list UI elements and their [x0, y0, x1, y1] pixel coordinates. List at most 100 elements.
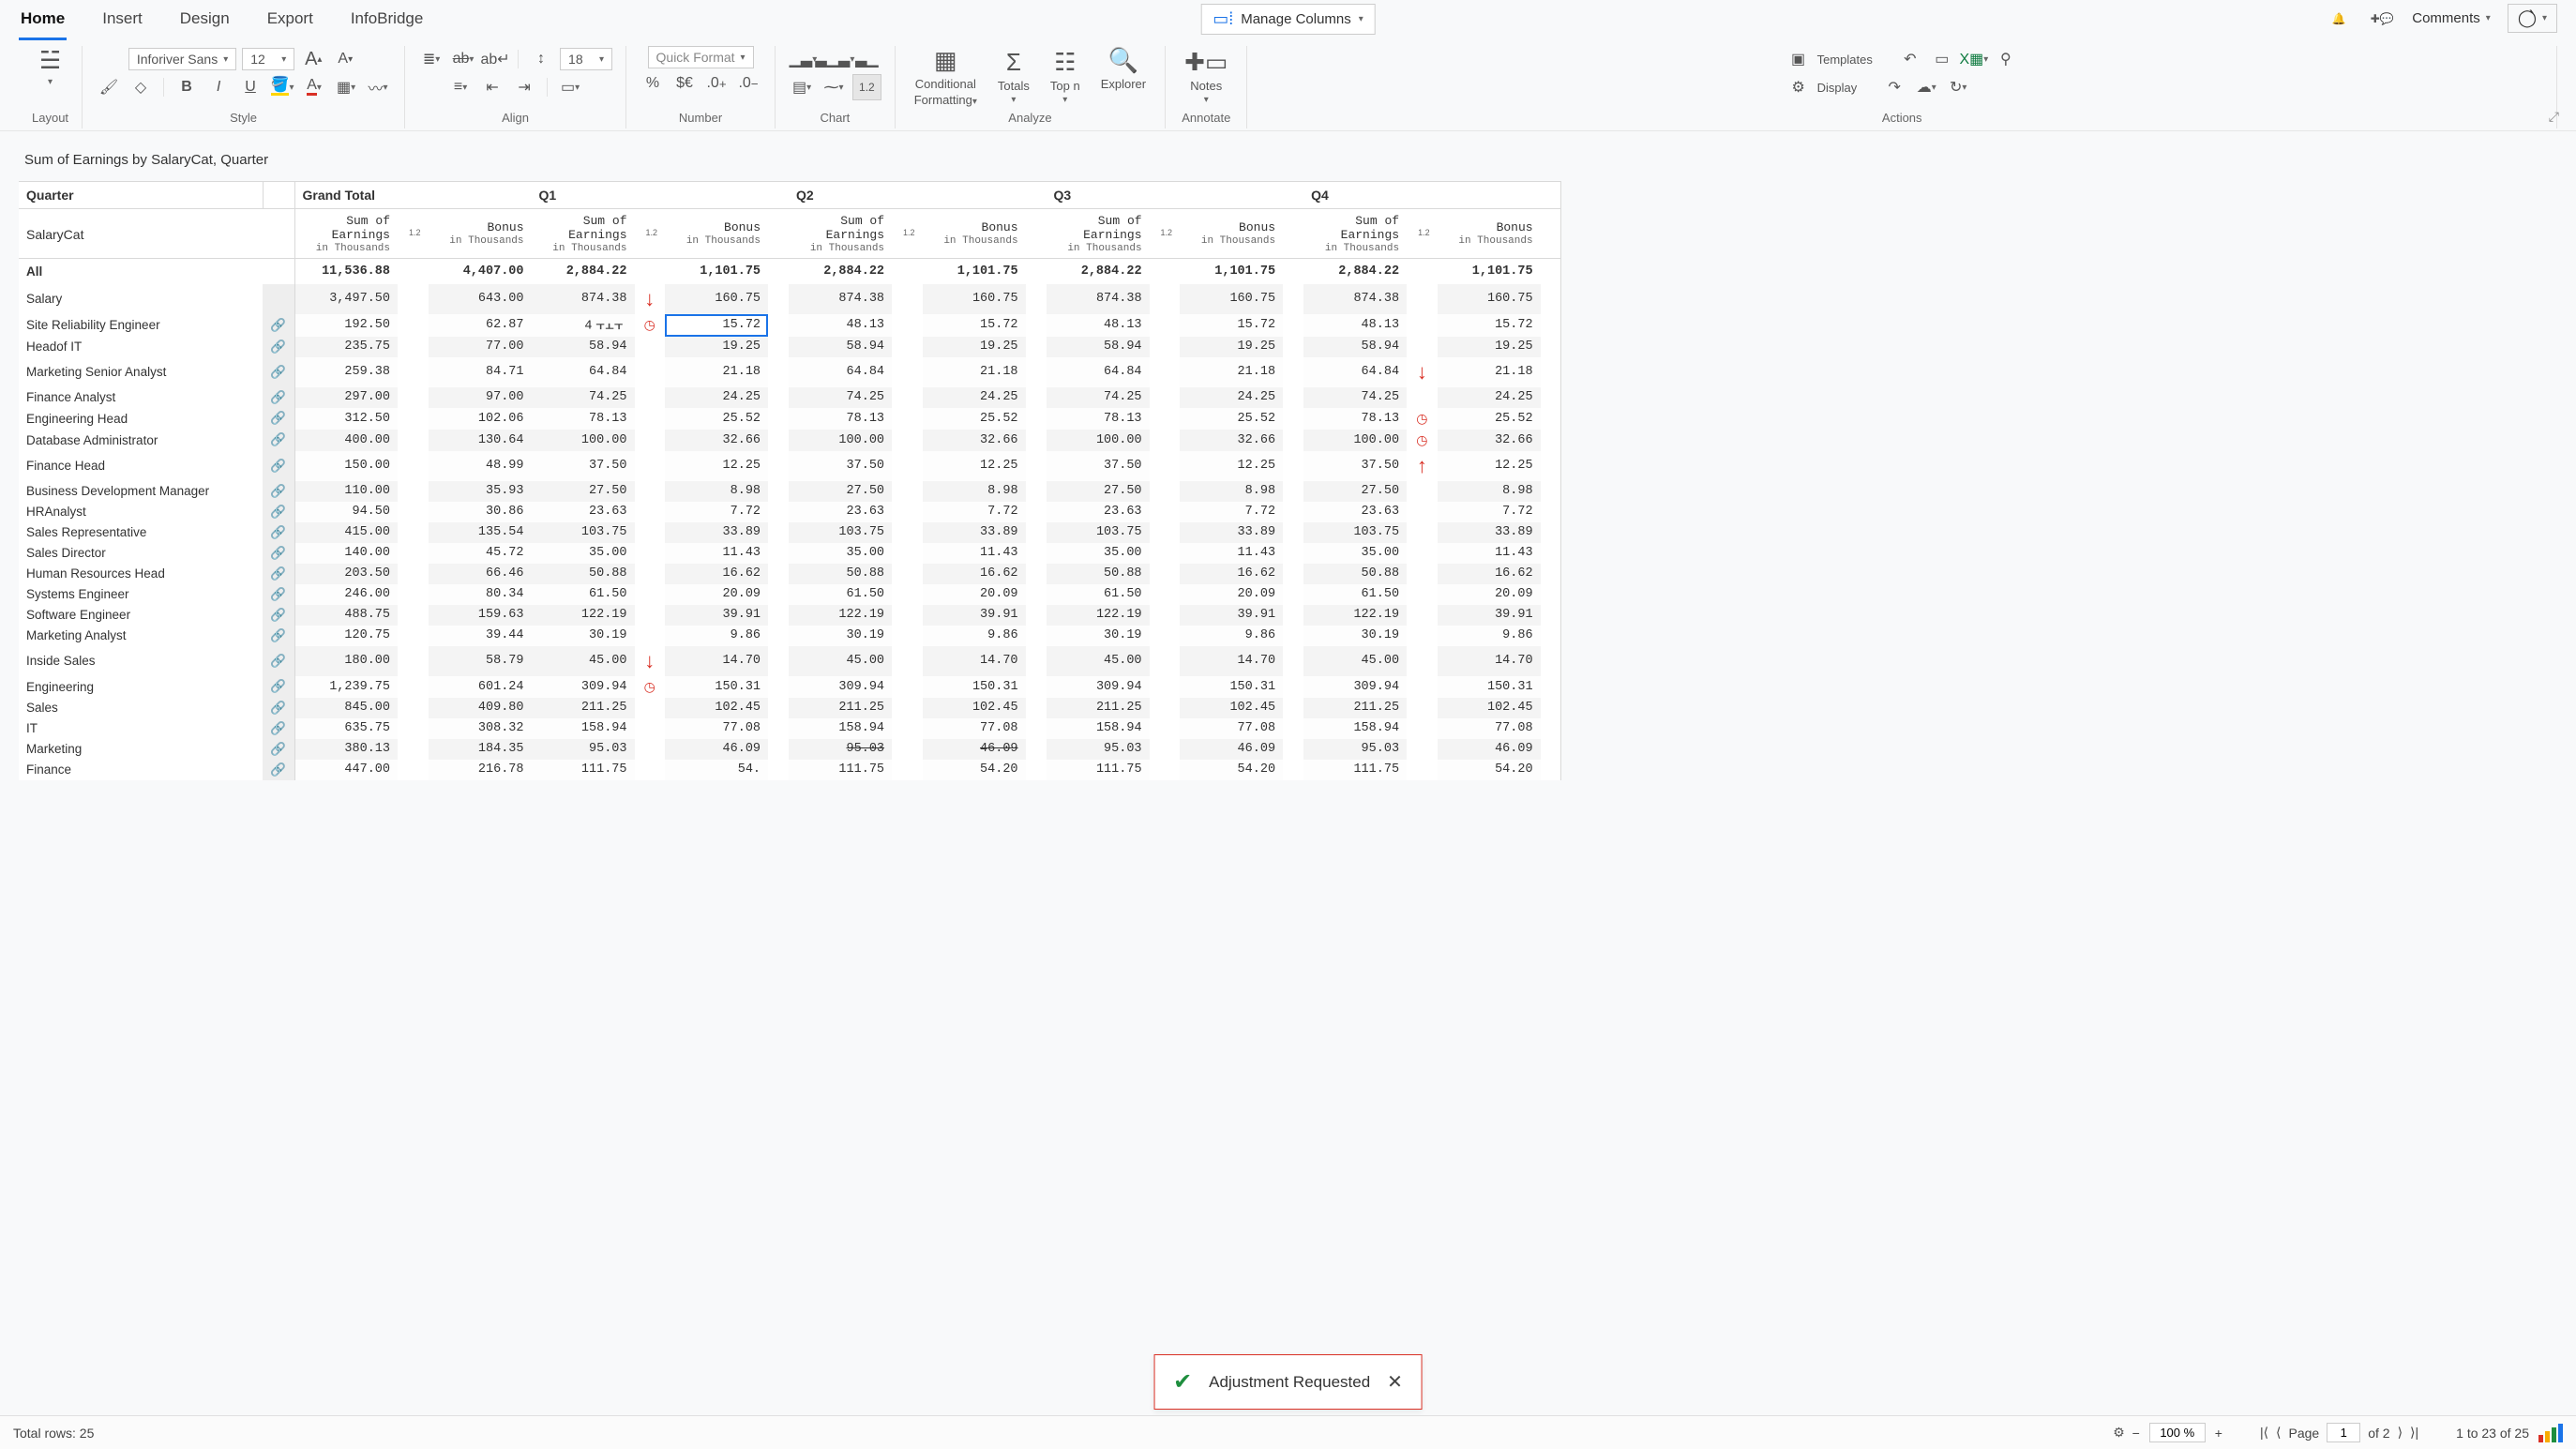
link-icon[interactable]: 🔗: [270, 484, 286, 498]
percent-button[interactable]: %: [640, 70, 666, 97]
settings-gear-icon[interactable]: ⚙: [2106, 1420, 2132, 1446]
link-icon[interactable]: 🔗: [270, 411, 286, 425]
format-painter-icon[interactable]: 🖌: [96, 74, 122, 100]
ribbon-expand-icon[interactable]: ⤢: [2549, 109, 2559, 125]
data-grid[interactable]: QuarterGrand TotalQ1Q2Q3Q4SalaryCatSum o…: [19, 181, 1561, 780]
conditional-formatting-button[interactable]: ▦ Conditional Formatting▾: [909, 46, 983, 107]
close-icon[interactable]: ✕: [1387, 1370, 1403, 1394]
valign-button[interactable]: ≣▾: [418, 46, 444, 72]
table-row[interactable]: Human Resources Head🔗203.5066.4650.8816.…: [19, 564, 1561, 584]
table-row[interactable]: Finance🔗447.00216.78111.7554.111.7554.20…: [19, 760, 1561, 780]
bold-button[interactable]: B: [173, 74, 200, 100]
zoom-in-button[interactable]: +: [2215, 1426, 2222, 1441]
wrap-button[interactable]: ab↵: [482, 46, 508, 72]
font-family-select[interactable]: Inforiver Sans▾: [128, 48, 236, 70]
table-row[interactable]: Marketing Analyst🔗120.7539.4430.199.8630…: [19, 626, 1561, 646]
chart-line-icon[interactable]: ⁓▾: [821, 74, 847, 100]
table-row[interactable]: Inside Sales🔗180.0058.7945.00↓14.7045.00…: [19, 646, 1561, 676]
user-menu[interactable]: ◯̀ ▾: [2508, 4, 2557, 33]
clear-format-icon[interactable]: ◇: [128, 74, 154, 100]
table-row[interactable]: Sales🔗845.00409.80211.25102.45211.25102.…: [19, 698, 1561, 718]
outdent-button[interactable]: ⇤: [479, 74, 505, 100]
redo-icon[interactable]: ↷: [1881, 74, 1907, 100]
tab-insert[interactable]: Insert: [100, 4, 144, 40]
indent-button[interactable]: ⇥: [511, 74, 537, 100]
mini-chart-icon[interactable]: [2538, 1424, 2563, 1442]
table-row[interactable]: Finance Analyst🔗297.0097.0074.2524.2574.…: [19, 387, 1561, 408]
top-n-button[interactable]: ☷ Top n ▾: [1045, 48, 1086, 105]
table-row[interactable]: Site Reliability Engineer🔗192.5062.874⫟⫠…: [19, 314, 1561, 337]
page-first-icon[interactable]: |⟨: [2260, 1425, 2268, 1441]
currency-button[interactable]: $€: [671, 70, 698, 97]
zoom-out-button[interactable]: −: [2132, 1426, 2140, 1441]
templates-button[interactable]: Templates: [1817, 53, 1873, 67]
page-prev-icon[interactable]: ⟨: [2276, 1425, 2281, 1441]
link-icon[interactable]: 🔗: [270, 628, 286, 642]
link-icon[interactable]: 🔗: [270, 432, 286, 446]
chart-waterfall-icon[interactable]: ▃▁▃▾: [821, 46, 848, 72]
table-row[interactable]: IT🔗635.75308.32158.9477.08158.9477.08158…: [19, 718, 1561, 739]
layout-icon[interactable]: ☱: [39, 46, 61, 75]
templates-icon[interactable]: ▣: [1785, 46, 1812, 72]
line-height-select[interactable]: 18▾: [560, 48, 612, 70]
strike-button[interactable]: ab▾: [450, 46, 476, 72]
table-row[interactable]: Sales Representative🔗415.00135.54103.753…: [19, 522, 1561, 543]
halign-button[interactable]: ≡▾: [447, 74, 474, 100]
display-gear-icon[interactable]: ⚙: [1785, 74, 1812, 100]
chart-bar-icon[interactable]: ▁▃▾: [790, 46, 816, 72]
chart-combo-icon[interactable]: ▃▁: [853, 46, 880, 72]
quick-format-select[interactable]: Quick Format▾: [648, 46, 754, 68]
table-row[interactable]: Headof IT🔗235.7577.0058.9419.2558.9419.2…: [19, 337, 1561, 357]
table-row[interactable]: Business Development Manager🔗110.0035.93…: [19, 481, 1561, 502]
notification-icon[interactable]: 🔔: [2326, 6, 2352, 32]
link-icon[interactable]: 🔗: [270, 505, 286, 519]
link-icon[interactable]: 🔗: [270, 365, 286, 379]
fit-button[interactable]: ▭▾: [557, 74, 583, 100]
undo-icon[interactable]: ↶: [1897, 46, 1923, 72]
explorer-button[interactable]: 🔍 Explorer: [1095, 46, 1152, 107]
display-button[interactable]: Display: [1817, 81, 1858, 95]
increase-decimal-button[interactable]: .0+: [703, 70, 730, 97]
tab-export[interactable]: Export: [265, 4, 315, 40]
totals-button[interactable]: Σ Totals ▾: [992, 48, 1035, 105]
tab-home[interactable]: Home: [19, 4, 67, 40]
link-icon[interactable]: 🔗: [270, 742, 286, 756]
link-icon[interactable]: 🔗: [270, 654, 286, 668]
borders-button[interactable]: ▦▾: [333, 74, 359, 100]
refresh-icon[interactable]: ↻▾: [1945, 74, 1971, 100]
table-row[interactable]: Marketing Senior Analyst🔗259.3884.7164.8…: [19, 357, 1561, 387]
link-icon[interactable]: 🔗: [270, 587, 286, 601]
italic-button[interactable]: I: [205, 74, 232, 100]
equalizer-icon[interactable]: ⫟⫠⫟: [592, 317, 626, 334]
page-input[interactable]: [2327, 1423, 2360, 1442]
decrease-font-icon[interactable]: A▾: [332, 46, 358, 72]
table-row[interactable]: Engineering Head🔗312.50102.0678.1325.527…: [19, 408, 1561, 430]
cloud-icon[interactable]: ☁▾: [1913, 74, 1939, 100]
tab-design[interactable]: Design: [178, 4, 232, 40]
comments-button[interactable]: Comments ▾: [2412, 10, 2491, 26]
line-height-button[interactable]: ↕: [528, 46, 554, 72]
table-row[interactable]: HRAnalyst🔗94.5030.8623.637.7223.637.7223…: [19, 502, 1561, 522]
zoom-input[interactable]: [2149, 1423, 2206, 1442]
fill-color-button[interactable]: 🪣▾: [269, 74, 295, 100]
chart-stacked-icon[interactable]: ▤▾: [789, 74, 815, 100]
link-icon[interactable]: 🔗: [270, 459, 286, 473]
manage-columns-button[interactable]: ▭⁞ Manage Columns ▾: [1200, 4, 1376, 35]
table-row[interactable]: Salary3,497.50643.00874.38↓160.75874.381…: [19, 284, 1561, 314]
link-icon[interactable]: 🔗: [270, 525, 286, 539]
decrease-decimal-button[interactable]: .0−: [735, 70, 761, 97]
tab-infobridge[interactable]: InfoBridge: [349, 4, 426, 40]
link-icon[interactable]: 🔗: [270, 566, 286, 581]
table-row[interactable]: Software Engineer🔗488.75159.63122.1939.9…: [19, 605, 1561, 626]
font-size-select[interactable]: 12▾: [242, 48, 294, 70]
link-icon[interactable]: 🔗: [270, 608, 286, 622]
link-icon[interactable]: 🔗: [270, 762, 286, 777]
table-row[interactable]: Sales Director🔗140.0045.7235.0011.4335.0…: [19, 543, 1561, 564]
link-icon[interactable]: 🔗: [270, 390, 286, 404]
link-icon[interactable]: 🔗: [270, 701, 286, 715]
notes-button[interactable]: ✚▭ Notes ▾: [1179, 48, 1233, 105]
page-next-icon[interactable]: ⟩: [2398, 1425, 2403, 1441]
link-icon[interactable]: 🔗: [270, 340, 286, 354]
table-row[interactable]: Engineering🔗1,239.75601.24309.94◷150.313…: [19, 676, 1561, 698]
table-row[interactable]: Database Administrator🔗400.00130.64100.0…: [19, 430, 1561, 451]
